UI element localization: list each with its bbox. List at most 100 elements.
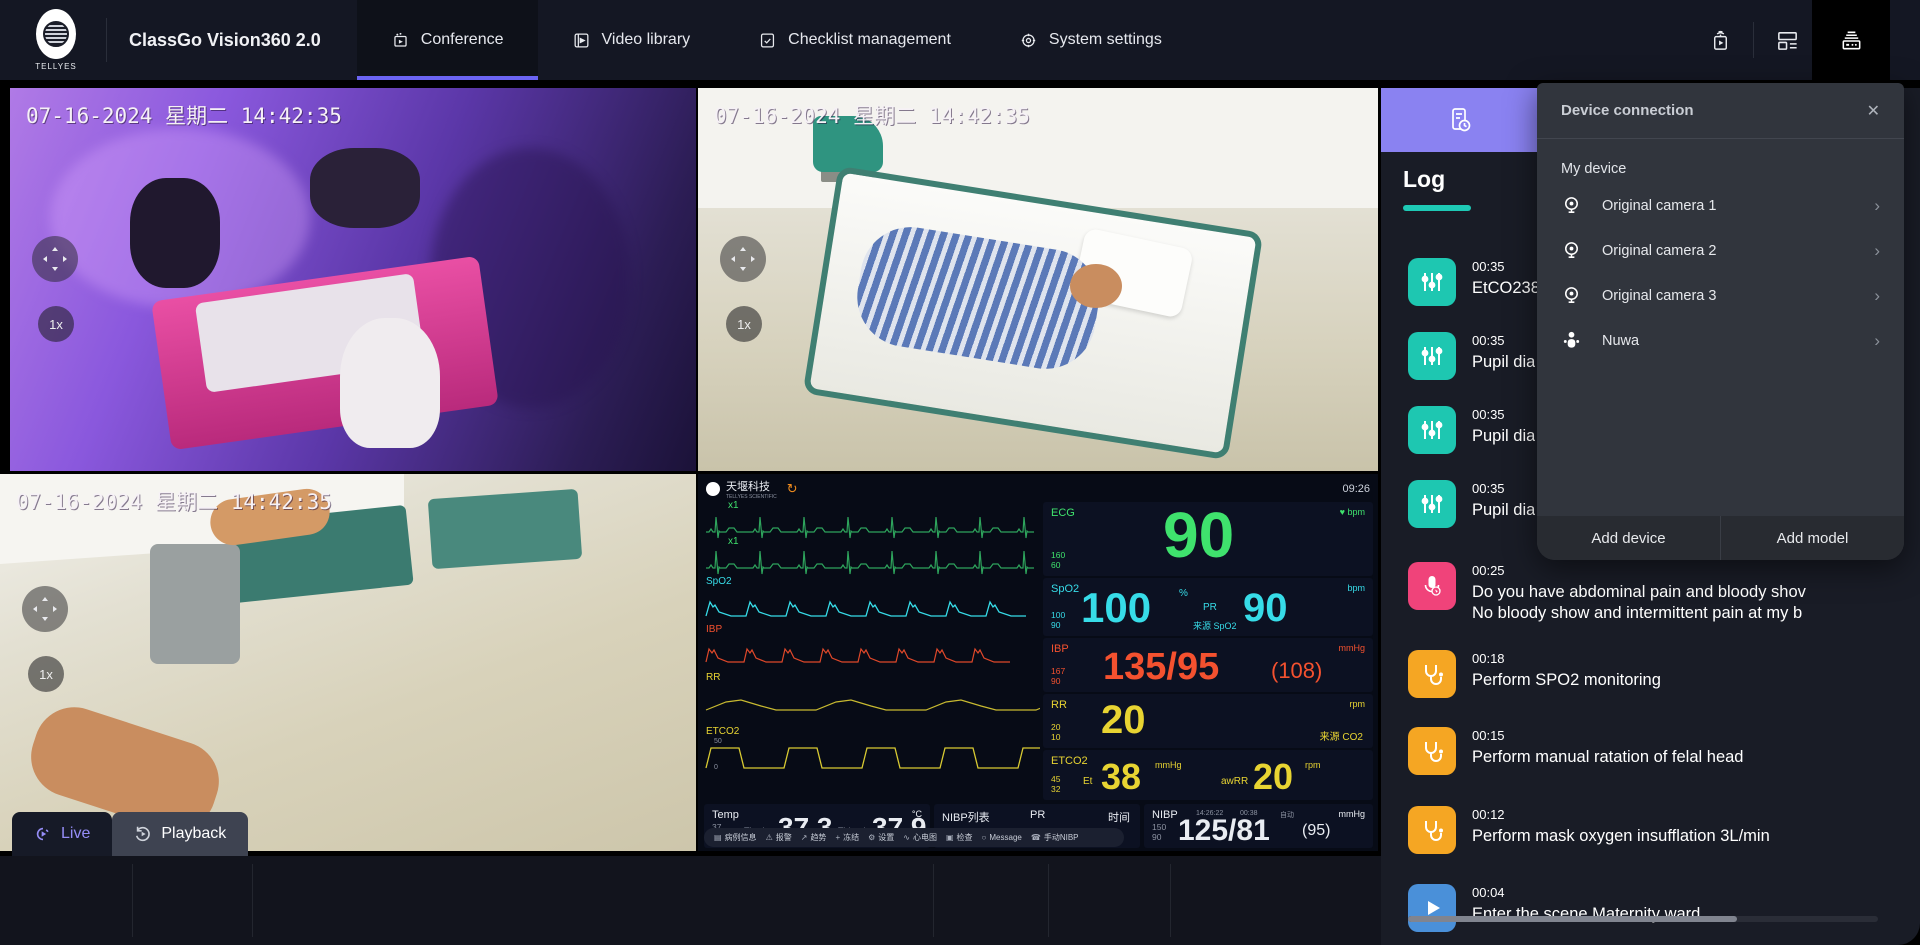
- video-feed-3[interactable]: 07-16-2024 星期二 14:42:35 1x: [0, 474, 696, 851]
- ptz-pan-control[interactable]: [22, 586, 68, 632]
- screen-cast-button[interactable]: [1695, 0, 1745, 80]
- tab-label: Video library: [602, 31, 691, 49]
- nibp-value: 125/81: [1178, 814, 1270, 848]
- etco2-label: ETCO2: [1051, 755, 1088, 767]
- tab-system-settings[interactable]: System settings: [985, 0, 1196, 80]
- log-entry-scene[interactable]: 00:04Enter the scene Maternity ward: [1408, 884, 1914, 932]
- microphone-icon: [1408, 562, 1456, 610]
- nibp-mean: (95): [1302, 822, 1330, 840]
- pan-arrows-icon: [40, 244, 70, 274]
- logo-oval-icon: [36, 9, 76, 59]
- device-stack-icon: [1839, 28, 1864, 53]
- tab-video-library[interactable]: Video library: [538, 0, 725, 80]
- video-feed-2[interactable]: 07-16-2024 星期二 14:42:35 1x: [698, 88, 1378, 471]
- tab-conference[interactable]: Conference: [357, 0, 538, 80]
- divider: [933, 864, 934, 937]
- tab-playback-label: Playback: [161, 825, 226, 843]
- log-entry[interactable]: 00:15Perform manual ratation of felal he…: [1408, 727, 1914, 775]
- tab-live-label: Live: [61, 825, 90, 843]
- monitor-waveforms: x1 x1 SpO2 IBP RR: [704, 500, 1040, 772]
- play-icon: [1408, 884, 1456, 932]
- video-feed-monitor[interactable]: 天堰科技 TELLYES SCIENTIFIC ↻ 09:26 x1 x1 Sp…: [698, 474, 1378, 851]
- rr-label: RR: [1051, 699, 1067, 711]
- ecg-unit: ♥ bpm: [1340, 507, 1365, 517]
- rr-source: 来源 CO2: [1320, 728, 1363, 743]
- pan-arrows-icon: [728, 244, 758, 274]
- device-panel-title: Device connection: [1561, 102, 1694, 119]
- log-title: Log: [1403, 166, 1445, 193]
- parameter-sliders-icon: [1408, 406, 1456, 454]
- webcam-icon: [1561, 195, 1582, 216]
- checklist-icon: [758, 31, 777, 50]
- spo2-panel: SpO2 bpm 10090 100 % PR 90 来源 SpO2: [1043, 578, 1373, 636]
- webcam-icon: [1561, 240, 1582, 261]
- divider: [1048, 864, 1049, 937]
- log-tab-button[interactable]: [1381, 88, 1538, 152]
- ibp-value: 135/95: [1103, 646, 1219, 689]
- speed-badge[interactable]: 1x: [28, 656, 64, 692]
- ptz-pan-control[interactable]: [720, 236, 766, 282]
- device-item-camera-1[interactable]: Original camera 1 ›: [1537, 183, 1904, 228]
- video-library-icon: [572, 31, 591, 50]
- log-entry-voice[interactable]: 00:25 Do you have abdominal pain and blo…: [1408, 562, 1914, 624]
- parameter-sliders-icon: [1408, 258, 1456, 306]
- pr-label: PR: [1203, 602, 1217, 613]
- live-icon: [34, 825, 52, 843]
- add-model-button[interactable]: Add model: [1720, 516, 1904, 560]
- ibp-label: IBP: [1051, 643, 1069, 655]
- device-item-camera-3[interactable]: Original camera 3 ›: [1537, 273, 1904, 318]
- ibp-mean: (108): [1271, 658, 1322, 684]
- device-item-camera-2[interactable]: Original camera 2 ›: [1537, 228, 1904, 273]
- ecg-panel: ECG ♥ bpm 16060 90: [1043, 502, 1373, 576]
- app-title: ClassGo Vision360 2.0: [107, 30, 321, 51]
- log-horizontal-scrollbar[interactable]: [1408, 916, 1878, 922]
- device-item-nuwa[interactable]: Nuwa ›: [1537, 318, 1904, 363]
- stethoscope-icon: [1408, 650, 1456, 698]
- spo2-value: 100: [1081, 584, 1151, 632]
- rr-value: 20: [1101, 698, 1146, 743]
- log-entry[interactable]: 00:12Perform mask oxygen insufflation 3L…: [1408, 806, 1914, 854]
- replay-icon: [134, 825, 152, 843]
- tab-playback[interactable]: Playback: [112, 812, 248, 856]
- ibp-wave: [704, 632, 1040, 670]
- tab-live[interactable]: Live: [12, 812, 112, 856]
- speed-badge[interactable]: 1x: [726, 306, 762, 342]
- divider: [1170, 864, 1171, 937]
- close-icon[interactable]: ✕: [1867, 101, 1880, 121]
- divider: [252, 864, 253, 937]
- layout-button[interactable]: [1762, 0, 1812, 80]
- tellyes-logo: TELLYES: [28, 9, 84, 71]
- log-entry[interactable]: 00:18Perform SPO2 monitoring: [1408, 650, 1914, 698]
- video-feed-1[interactable]: 07-16-2024 星期二 14:42:35 1x: [10, 88, 696, 471]
- brand-block: TELLYES: [0, 0, 107, 80]
- rr-panel: RR rpm 2010 20 来源 CO2: [1043, 694, 1373, 748]
- divider: [1753, 22, 1754, 58]
- spo2-source: 来源 SpO2: [1193, 619, 1237, 632]
- nav-tabs: Conference Video library Checklist manag…: [357, 0, 1196, 80]
- pan-arrows-icon: [30, 594, 60, 624]
- cast-icon: [1708, 28, 1733, 53]
- refresh-icon: ↻: [787, 481, 798, 497]
- etco2-value: 38: [1101, 756, 1141, 798]
- stream-mode-tabs: Live Playback: [12, 812, 248, 856]
- hr-value: 90: [1163, 502, 1234, 572]
- temp-label: Temp: [712, 809, 739, 821]
- speed-badge[interactable]: 1x: [38, 306, 74, 342]
- device-connection-button[interactable]: [1812, 0, 1890, 80]
- monitor-toolbar[interactable]: ▤病例信息 ⚠报警 ↗趋势 +冻结 ⚙设置 ∿心电图 ▣检查 ○Message …: [704, 828, 1124, 847]
- ecg-label: ECG: [1051, 507, 1075, 519]
- chevron-right-icon: ›: [1874, 331, 1880, 351]
- parameter-sliders-icon: [1408, 332, 1456, 380]
- stethoscope-icon: [1408, 806, 1456, 854]
- tab-checklist-management[interactable]: Checklist management: [724, 0, 985, 80]
- nav-right-icons: [1695, 0, 1920, 80]
- add-device-button[interactable]: Add device: [1537, 516, 1720, 560]
- device-item-label: Original camera 1: [1602, 198, 1716, 214]
- nibp-label: NIBP: [1152, 809, 1178, 821]
- monitor-brand-icon: [706, 482, 720, 496]
- video-timestamp: 07-16-2024 星期二 14:42:35: [714, 100, 1030, 130]
- ptz-pan-control[interactable]: [32, 236, 78, 282]
- awrr-value: 20: [1253, 756, 1293, 798]
- manikin-model-icon: [1561, 330, 1582, 351]
- ecg-wave-1: [704, 502, 1040, 542]
